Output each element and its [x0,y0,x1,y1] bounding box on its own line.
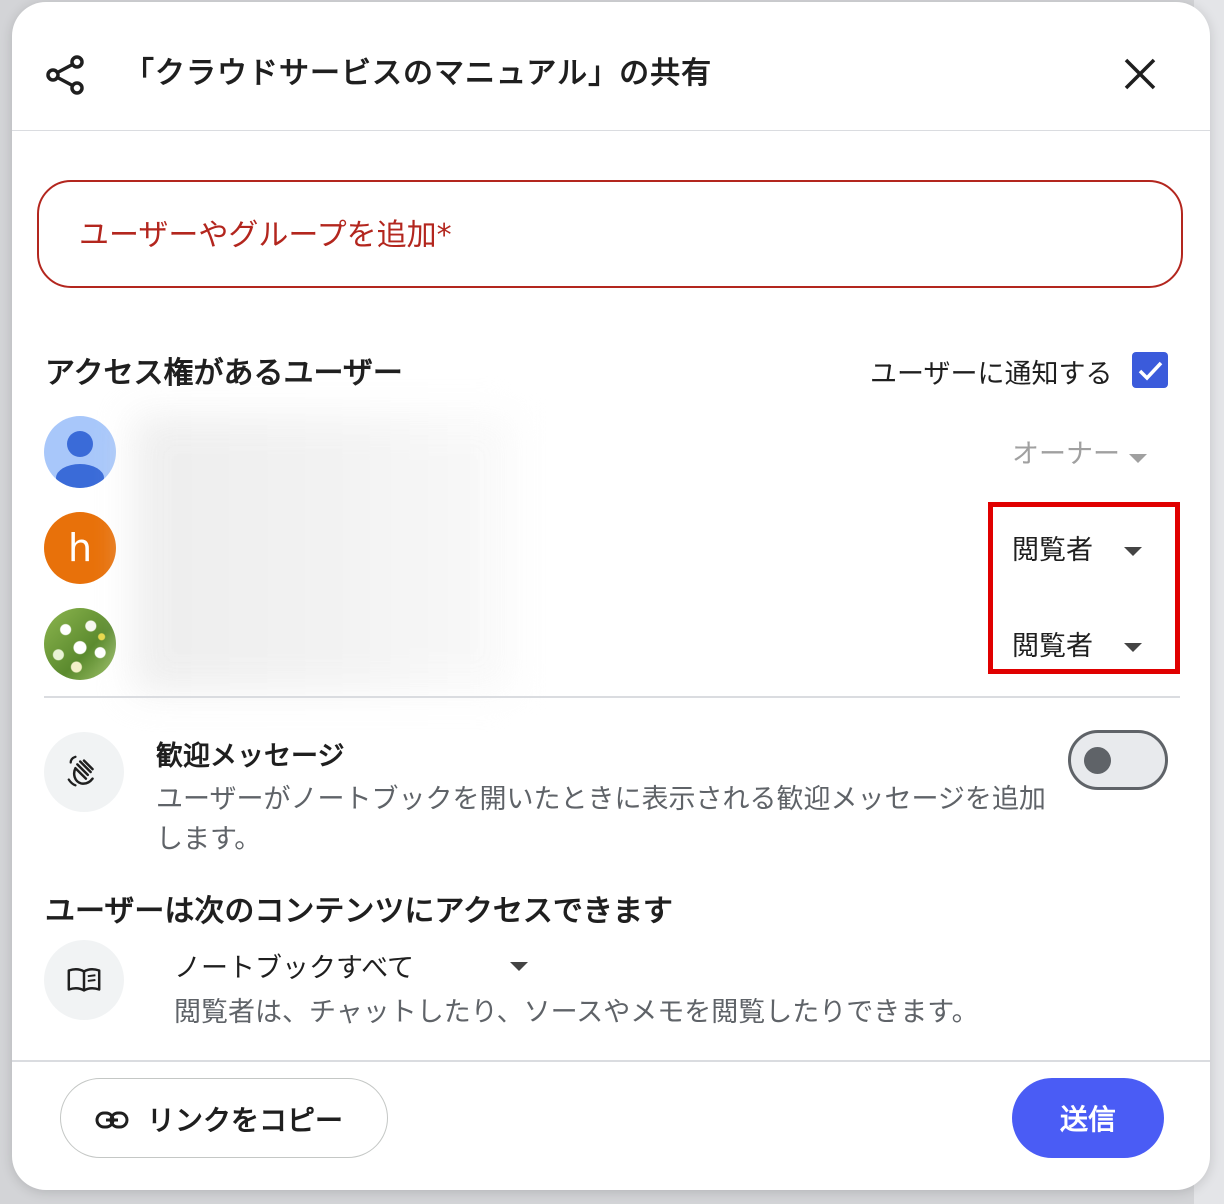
add-users-field[interactable] [37,180,1183,288]
wave-hand-icon [44,732,124,812]
share-dialog: 「クラウドサービスのマニュアル」の共有 アクセス権があるユーザー ユーザーに通知… [12,2,1210,1190]
share-icon [46,55,84,95]
divider [44,696,1180,698]
owner-role-label: オーナー [1012,439,1120,470]
chevron-down-icon [1123,547,1142,556]
chevron-down-icon[interactable] [510,962,528,971]
welcome-message-title: 歓迎メッセージ [156,741,345,772]
welcome-message-toggle[interactable] [1068,730,1168,790]
content-access-heading: ユーザーは次のコンテンツにアクセスできます [45,894,673,929]
person-icon [56,431,104,488]
copy-link-label: リンクをコピー [147,1104,344,1137]
chevron-down-icon [1128,454,1147,463]
avatar-user-h: h [44,512,116,584]
link-icon [95,1111,129,1129]
welcome-message-description: ユーザーがノートブックを開いたときに表示される歓迎メッセージを追加します。 [156,784,1046,855]
avatar-flower-photo [44,608,116,680]
book-icon [44,940,124,1020]
role-select-user-3[interactable]: 閲覧者 [1012,624,1142,663]
send-button[interactable]: 送信 [1012,1078,1164,1158]
divider [12,1060,1210,1062]
avatar-owner [44,416,116,488]
role-select-user-2[interactable]: 閲覧者 [1012,528,1142,567]
copy-link-button[interactable]: リンクをコピー [60,1078,388,1158]
content-scope-select[interactable]: ノートブックすべて [174,946,414,985]
content-scope-description: 閲覧者は、チャットしたり、ソースやメモを閲覧したりできます。 [174,997,979,1028]
close-icon[interactable] [1120,54,1160,94]
add-users-input[interactable] [77,182,1141,288]
owner-role: オーナー [1012,432,1147,471]
dialog-title: 「クラウドサービスのマニュアル」の共有 [124,56,713,91]
redacted-user-info [134,416,514,692]
notify-users-checkbox[interactable] [1132,352,1168,388]
role-label: 閲覧者 [1012,631,1093,662]
dialog-header: 「クラウドサービスのマニュアル」の共有 [12,2,1210,131]
chevron-down-icon [1123,643,1142,652]
notify-users-label: ユーザーに通知する [870,359,1113,390]
role-label: 閲覧者 [1012,535,1093,566]
toggle-knob [1084,747,1111,774]
access-heading: アクセス権があるユーザー [45,356,403,391]
checkmark-icon [1138,361,1163,381]
